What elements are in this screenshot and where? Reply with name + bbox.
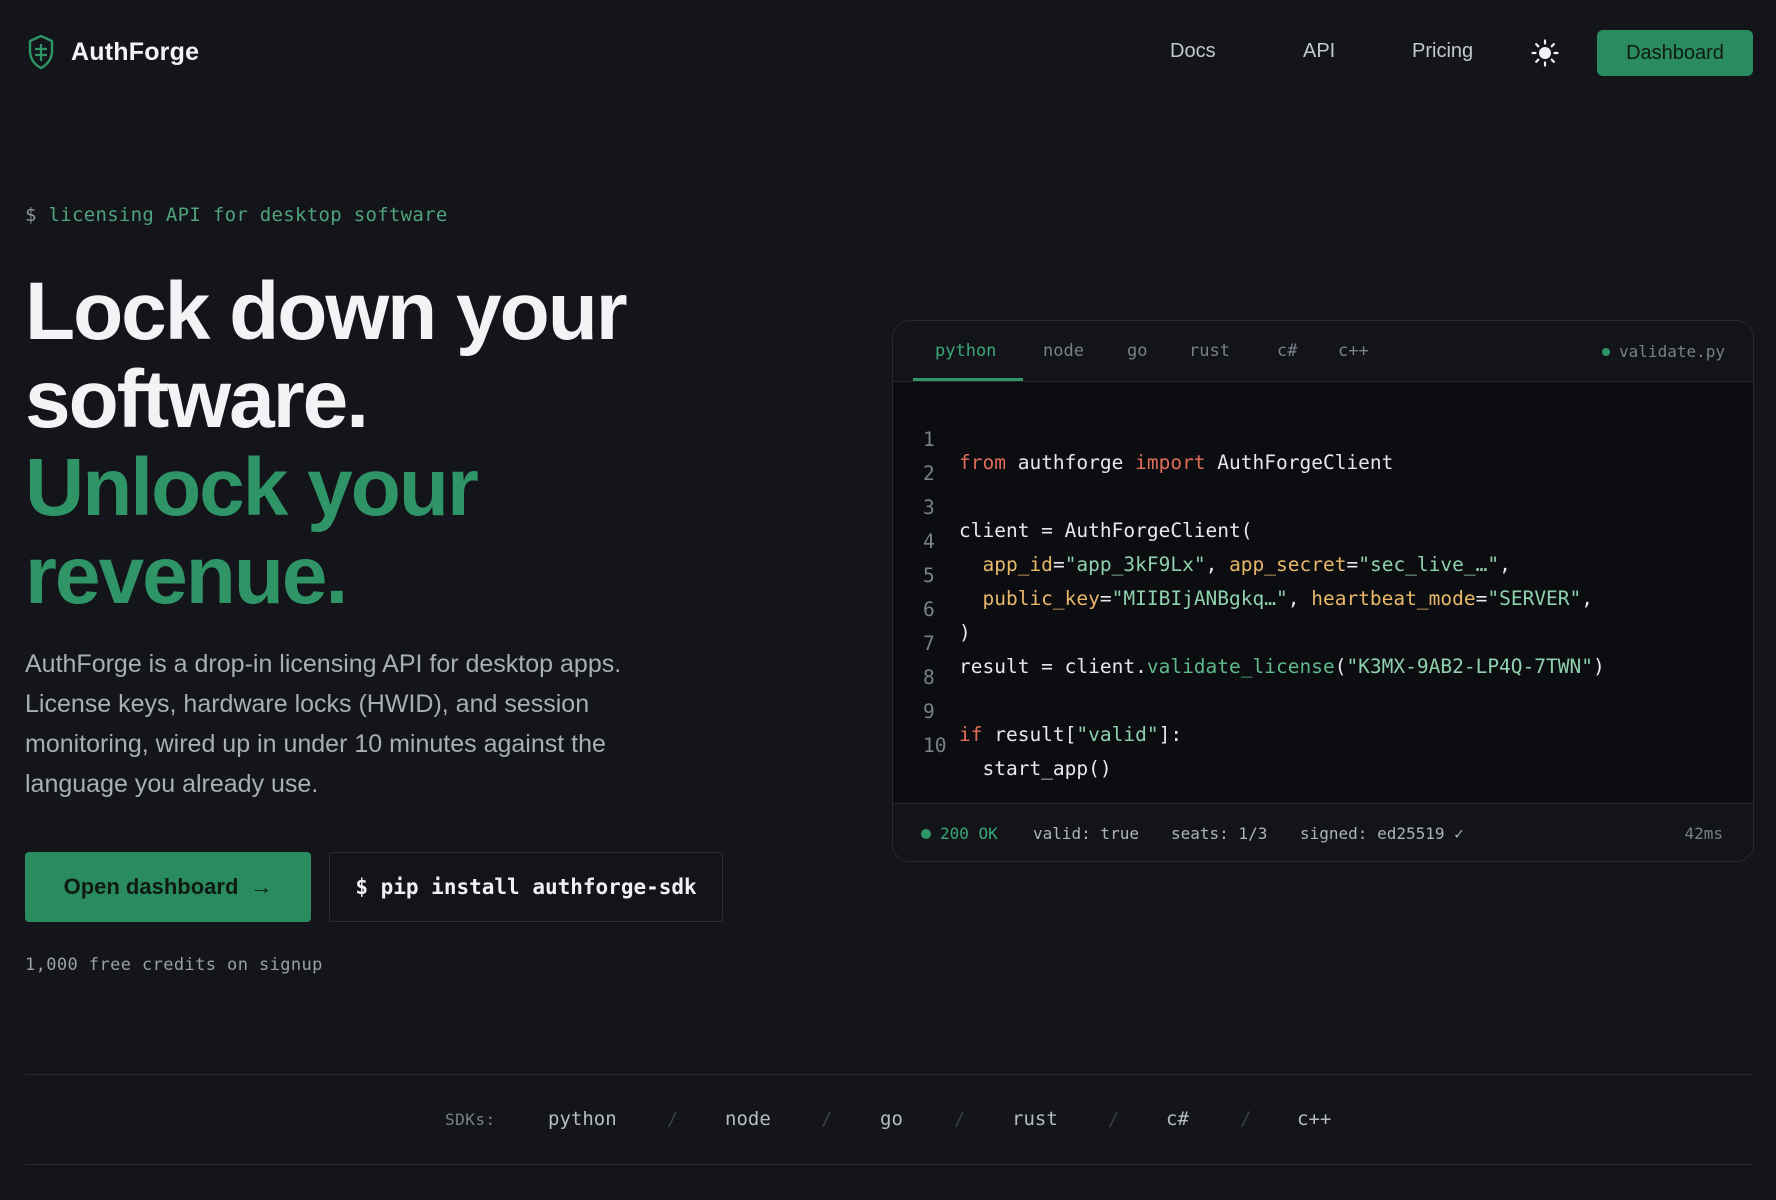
code-line: 4 app_id="app_3kF9Lx", app_secret="sec_l… [923,530,1511,576]
sun-icon [1531,39,1559,67]
status-ok: 200 OK [921,824,998,843]
arrow-right-icon: → [250,874,273,899]
code-line: 9 if result["valid"]: [893,677,1182,746]
code-token: app_secret [1229,553,1347,576]
nav-link-api[interactable]: API [1303,40,1335,63]
section-divider-bottom [25,1164,1753,1165]
code-token: app_id [982,553,1053,576]
success-dot-icon [921,828,931,839]
code-line: 8 [893,643,963,689]
filename-label: validate.py [1602,342,1725,361]
section-divider-top [25,1074,1753,1075]
tab-cpp[interactable]: c++ [1338,341,1369,361]
code-token: "MIIBIjANBgkq…" [1111,587,1288,610]
sdk-link-node[interactable]: node [725,1108,771,1130]
status-dot-icon [1602,347,1611,356]
code-line: 5 public_key="MIIBIjANBgkq…", heartbeat_… [923,564,1594,610]
line-number: 10 [923,734,947,757]
tab-python[interactable]: python [935,341,996,361]
status-valid: valid: true [1033,824,1139,843]
code-token: validate_license [1146,655,1335,678]
nav-link-docs[interactable]: Docs [1170,40,1216,63]
code-token: AuthForgeClient [1205,451,1394,474]
dashboard-button[interactable]: Dashboard [1597,30,1753,76]
code-token: "valid" [1076,723,1159,746]
code-token: heartbeat_mode [1311,587,1476,610]
tab-csharp[interactable]: c# [1277,341,1297,361]
code-token: client = AuthForgeClient( [959,519,1253,542]
code-token: "sec_live_…" [1358,553,1500,576]
headline-line-1: Lock down your software. [25,266,628,445]
response-status-bar: 200 OK valid: true seats: 1/3 signed: ed… [893,803,1753,861]
sdk-separator: / [667,1108,679,1130]
filename-text: validate.py [1619,342,1725,361]
code-token: from [959,451,1006,474]
sdk-separator: / [1108,1108,1120,1130]
nav-link-pricing[interactable]: Pricing [1412,40,1473,63]
code-token: public_key [982,587,1100,610]
sdk-link-go[interactable]: go [880,1108,903,1130]
prompt-text: licensing API for desktop software [48,204,448,226]
sdk-link-cpp[interactable]: c++ [1297,1108,1331,1130]
code-token: ]: [1158,723,1183,746]
sdk-link-csharp[interactable]: c# [1166,1108,1189,1130]
hero-headline: Lock down your software. Unlock your rev… [25,268,705,620]
tab-rust[interactable]: rust [1189,341,1230,361]
code-token: import [1135,451,1206,474]
code-token: "K3MX-9AB2-LP4Q-7TWN" [1346,655,1593,678]
language-tabs: python node go rust c# c++ validate.py [893,321,1753,382]
open-dashboard-label: Open dashboard [63,874,239,899]
code-token: "SERVER" [1487,587,1582,610]
theme-toggle[interactable] [1528,36,1562,70]
status-signed: signed: ed25519 ✓ [1300,824,1464,843]
top-nav: AuthForge Docs API Pricing Dashboard [0,0,1776,106]
code-token: start_app() [959,757,1112,780]
code-sample-card: python node go rust c# c++ validate.py 1… [892,320,1754,862]
code-line: 7 result = client.validate_license("K3MX… [923,632,1605,678]
sdk-link-python[interactable]: python [548,1108,617,1130]
code-token: "app_3kF9Lx" [1064,553,1206,576]
active-tab-indicator [913,378,1023,381]
sdk-link-rust[interactable]: rust [1012,1108,1058,1130]
prompt-symbol: $ [25,204,37,226]
headline-line-2: Unlock your revenue. [25,442,479,621]
code-line: 3 client = AuthForgeClient( [893,473,1253,542]
brand-name: AuthForge [71,37,200,66]
hero-tagline: $ licensing API for desktop software [25,204,448,226]
sdk-separator: / [954,1108,966,1130]
free-credits-note: 1,000 free credits on signup [25,955,323,975]
code-token: result[ [982,723,1077,746]
brand[interactable]: AuthForge [27,34,199,70]
code-line: 10 start_app() [893,711,1112,780]
sdk-separator: / [821,1108,833,1130]
hero-description: AuthForge is a drop-in licensing API for… [25,650,622,798]
sdk-separator: / [1240,1108,1252,1130]
code-token: result = client. [959,655,1147,678]
status-latency: 42ms [1684,824,1723,843]
code-line: 1 from authforge import AuthForgeClient [893,405,1393,474]
open-dashboard-button[interactable]: Open dashboard → [25,852,311,922]
tab-node[interactable]: node [1043,341,1084,361]
code-line: 2 [893,439,963,485]
code-line: 6 ) [893,575,971,644]
status-seats: seats: 1/3 [1171,824,1268,843]
code-token: authforge [1005,451,1136,474]
status-code: 200 OK [940,824,998,843]
shield-logo-icon [28,34,54,70]
install-command[interactable]: $ pip install authforge-sdk [329,852,723,922]
tab-go[interactable]: go [1127,341,1147,361]
sdk-label: SDKs: [445,1110,496,1129]
